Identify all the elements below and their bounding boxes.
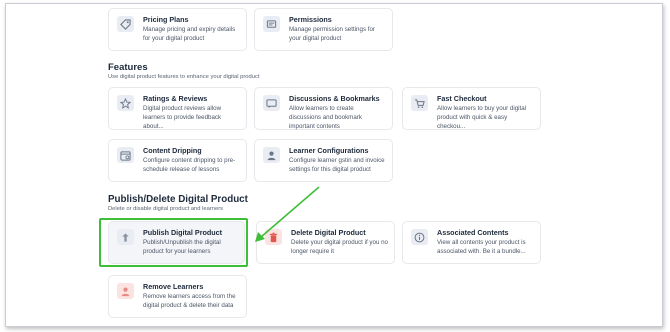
annotation-arrow <box>255 186 320 242</box>
settings-page: Pricing Plans Manage pricing and expiry … <box>5 3 663 327</box>
